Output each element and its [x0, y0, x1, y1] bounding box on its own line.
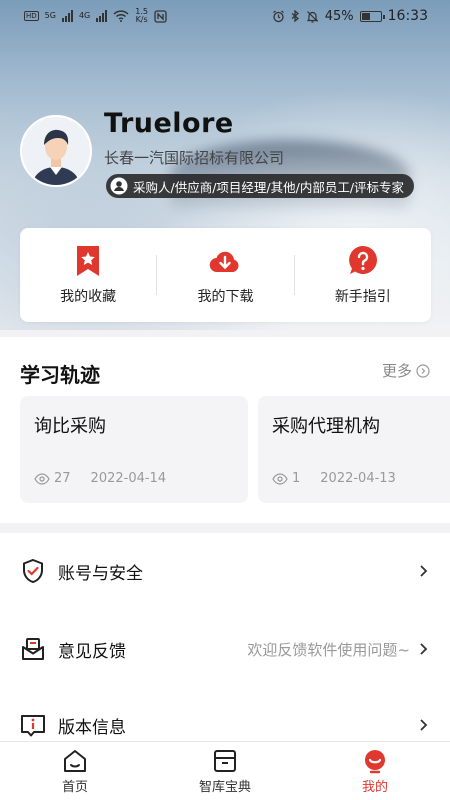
card-meta: 1 2022-04-13 [272, 471, 396, 486]
learning-track-section: 学习轨迹 更多 询比采购 27 2022-04-14 采购代理机构 1 2022… [0, 337, 450, 523]
card-title: 采购代理机构 [272, 416, 380, 437]
status-bar: HD 5G 4G 1.5 K/s 45% 16:33 [0, 0, 450, 32]
menu-label: 版本信息 [58, 717, 126, 738]
chevron-right-icon [420, 719, 428, 731]
net-speed: 1.5 K/s [135, 7, 148, 24]
cloud-download-icon [210, 251, 239, 273]
feedback-row[interactable]: 意见反馈 欢迎反馈软件使用问题~ [0, 619, 450, 679]
more-link[interactable]: 更多 [382, 360, 430, 381]
quick-actions-card: 我的收藏 我的下载 新手指引 [20, 228, 431, 322]
feedback-mail-icon [22, 638, 44, 660]
chevron-right-icon [420, 565, 428, 577]
bluetooth-icon [291, 9, 299, 22]
user-avatar-icon [22, 117, 90, 185]
book-box-icon [214, 749, 236, 772]
company-name: 长春一汽国际招标有限公司 [104, 149, 285, 167]
learning-cards: 询比采购 27 2022-04-14 采购代理机构 1 2022-04-13 [20, 396, 450, 503]
my-downloads-button[interactable]: 我的下载 [157, 244, 293, 306]
tab-knowledge-base[interactable]: 智库宝典 [150, 742, 300, 800]
bottom-navigation: 首页 智库宝典 我的 [0, 741, 450, 800]
battery-icon [359, 10, 385, 22]
card-date: 2022-04-13 [320, 471, 396, 486]
home-icon [64, 749, 86, 772]
my-favorites-button[interactable]: 我的收藏 [20, 244, 156, 306]
username: Truelore [104, 108, 234, 139]
card-title: 询比采购 [34, 416, 106, 437]
chevron-right-icon [420, 643, 428, 655]
menu-hint: 欢迎反馈软件使用问题~ [247, 640, 410, 659]
user-roles-badge: 采购人/供应商/项目经理/其他/内部员工/评标专家 [106, 174, 415, 198]
person-icon [110, 177, 128, 195]
wifi-icon [113, 10, 129, 22]
eye-icon [272, 472, 288, 485]
signal-icon [96, 10, 108, 22]
tab-home[interactable]: 首页 [0, 742, 150, 800]
shield-check-icon [23, 558, 43, 584]
question-icon [348, 246, 377, 274]
signal-icon [61, 10, 73, 22]
info-icon [21, 715, 45, 737]
tab-label: 首页 [61, 779, 88, 795]
tab-label: 智库宝典 [198, 779, 251, 795]
view-count: 1 [292, 471, 301, 486]
my-downloads-label: 我的下载 [197, 289, 254, 305]
more-label: 更多 [381, 362, 412, 380]
network-type-2: 4G [78, 11, 91, 20]
card-date: 2022-04-14 [90, 471, 167, 486]
menu-label: 账号与安全 [58, 563, 143, 584]
network-type-1: 5G [44, 11, 56, 20]
my-favorites-label: 我的收藏 [60, 289, 117, 305]
mute-icon [306, 10, 318, 23]
roles-text: 采购人/供应商/项目经理/其他/内部员工/评标专家 [133, 179, 405, 195]
beginner-guide-button[interactable]: 新手指引 [295, 244, 431, 306]
tab-mine[interactable]: 我的 [300, 742, 450, 800]
profile-icon [365, 749, 385, 773]
battery-percent: 45% [324, 8, 354, 24]
learning-card[interactable]: 询比采购 27 2022-04-14 [20, 396, 248, 503]
section-title: 学习轨迹 [20, 363, 100, 387]
eye-icon [34, 472, 50, 485]
view-count: 27 [54, 471, 71, 486]
avatar[interactable] [20, 115, 92, 187]
settings-menu: 账号与安全 意见反馈 欢迎反馈软件使用问题~ 版本信息 [0, 533, 450, 743]
menu-label: 意见反馈 [58, 641, 126, 662]
clock: 16:33 [387, 8, 428, 24]
learning-card[interactable]: 采购代理机构 1 2022-04-13 [258, 396, 450, 503]
tab-label: 我的 [361, 779, 388, 795]
account-security-row[interactable]: 账号与安全 [0, 541, 450, 601]
alarm-icon [272, 10, 284, 22]
card-meta: 27 2022-04-14 [34, 471, 166, 486]
hd-icon: HD [24, 11, 39, 21]
chevron-circle-right-icon [416, 363, 430, 378]
beginner-guide-label: 新手指引 [334, 289, 391, 305]
bookmark-star-icon [77, 246, 100, 276]
nfc-icon [154, 9, 167, 23]
